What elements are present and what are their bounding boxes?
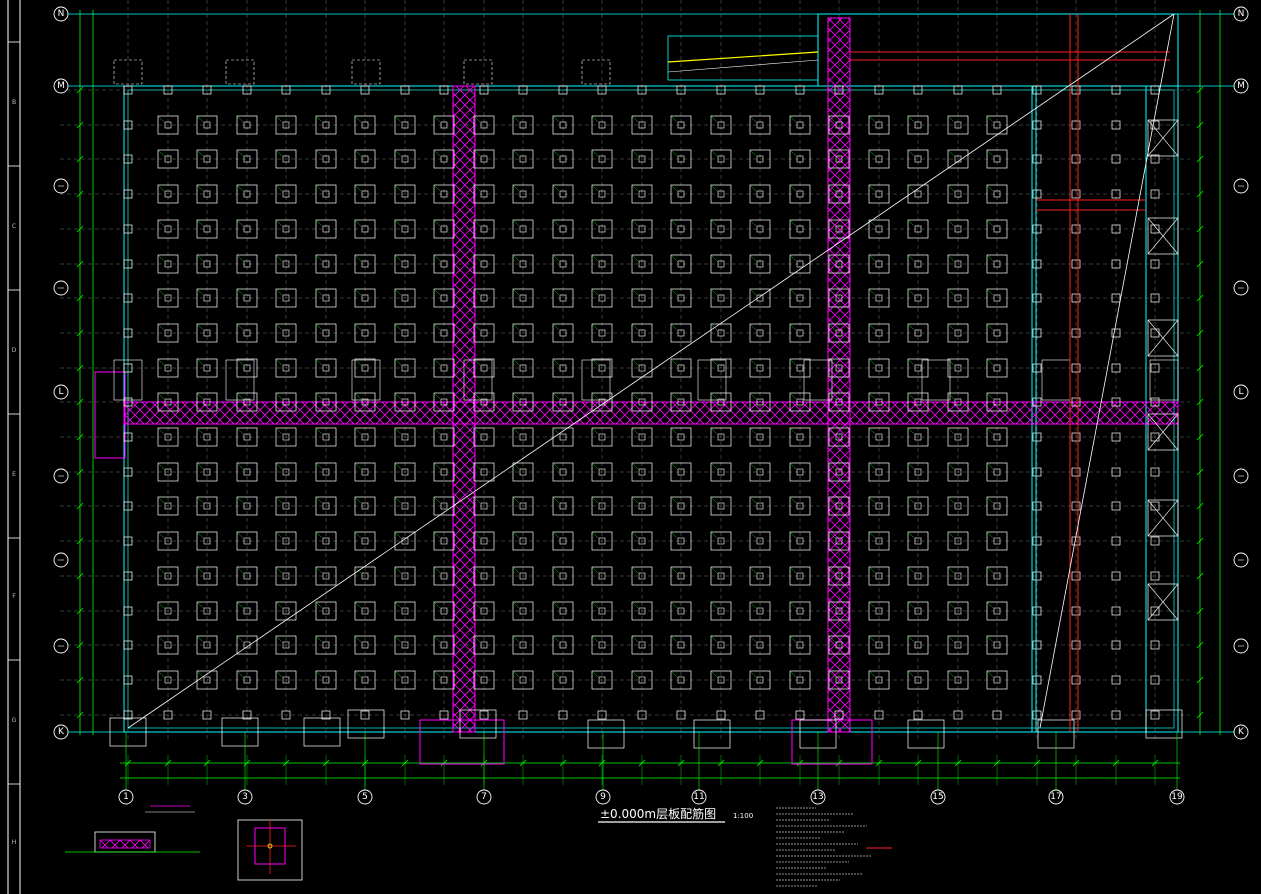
- column-axis-label: 3: [242, 792, 248, 802]
- background: [0, 0, 1261, 894]
- border-letter: F: [12, 593, 16, 600]
- column-axis-label: 1: [123, 792, 129, 802]
- row-axis-label: L: [58, 387, 63, 397]
- row-axis-label: N: [58, 9, 65, 19]
- drawing-title: ±0.000m层板配筋图: [600, 806, 716, 821]
- border-letter: E: [12, 471, 16, 478]
- horizontal-strip: [123, 401, 1179, 425]
- row-axis-label: M: [1237, 81, 1245, 91]
- row-axis-label: L: [1238, 387, 1243, 397]
- column-axis-label: 13: [812, 792, 823, 802]
- column-axis-label: 19: [1171, 792, 1183, 802]
- row-axis-bubble: K: [1233, 724, 1249, 740]
- border-letter: G: [12, 717, 17, 724]
- row-axis-bubble: L: [1233, 384, 1249, 400]
- row-axis-bubble: M: [1233, 78, 1249, 94]
- cad-drawing-canvas: B C D E F G H 1 3 5 7 9 11 13 15 17 19N …: [0, 0, 1261, 894]
- column-axis-label: 7: [481, 792, 487, 802]
- row-axis-bubble: M: [53, 78, 69, 94]
- vertical-strip-right: [827, 17, 851, 733]
- row-axis-bubble: L: [53, 384, 69, 400]
- row-axis-bubble: N: [53, 6, 69, 22]
- border-letter: H: [12, 839, 17, 846]
- row-axis-label: M: [57, 81, 65, 91]
- column-axis-label: 15: [932, 792, 943, 802]
- column-axis-label: 11: [693, 792, 704, 802]
- border-letter: B: [12, 99, 16, 106]
- column-axis-label: 17: [1050, 792, 1061, 802]
- column-axis-label: 5: [362, 792, 368, 802]
- drawing-scale: 1:100: [733, 812, 753, 820]
- row-axis-label: N: [1238, 9, 1245, 19]
- row-axis-bubble: K: [53, 724, 69, 740]
- border-letter: D: [12, 347, 17, 354]
- border-letter: C: [12, 223, 16, 230]
- column-axis-label: 9: [600, 792, 606, 802]
- row-axis-bubble: N: [1233, 6, 1249, 22]
